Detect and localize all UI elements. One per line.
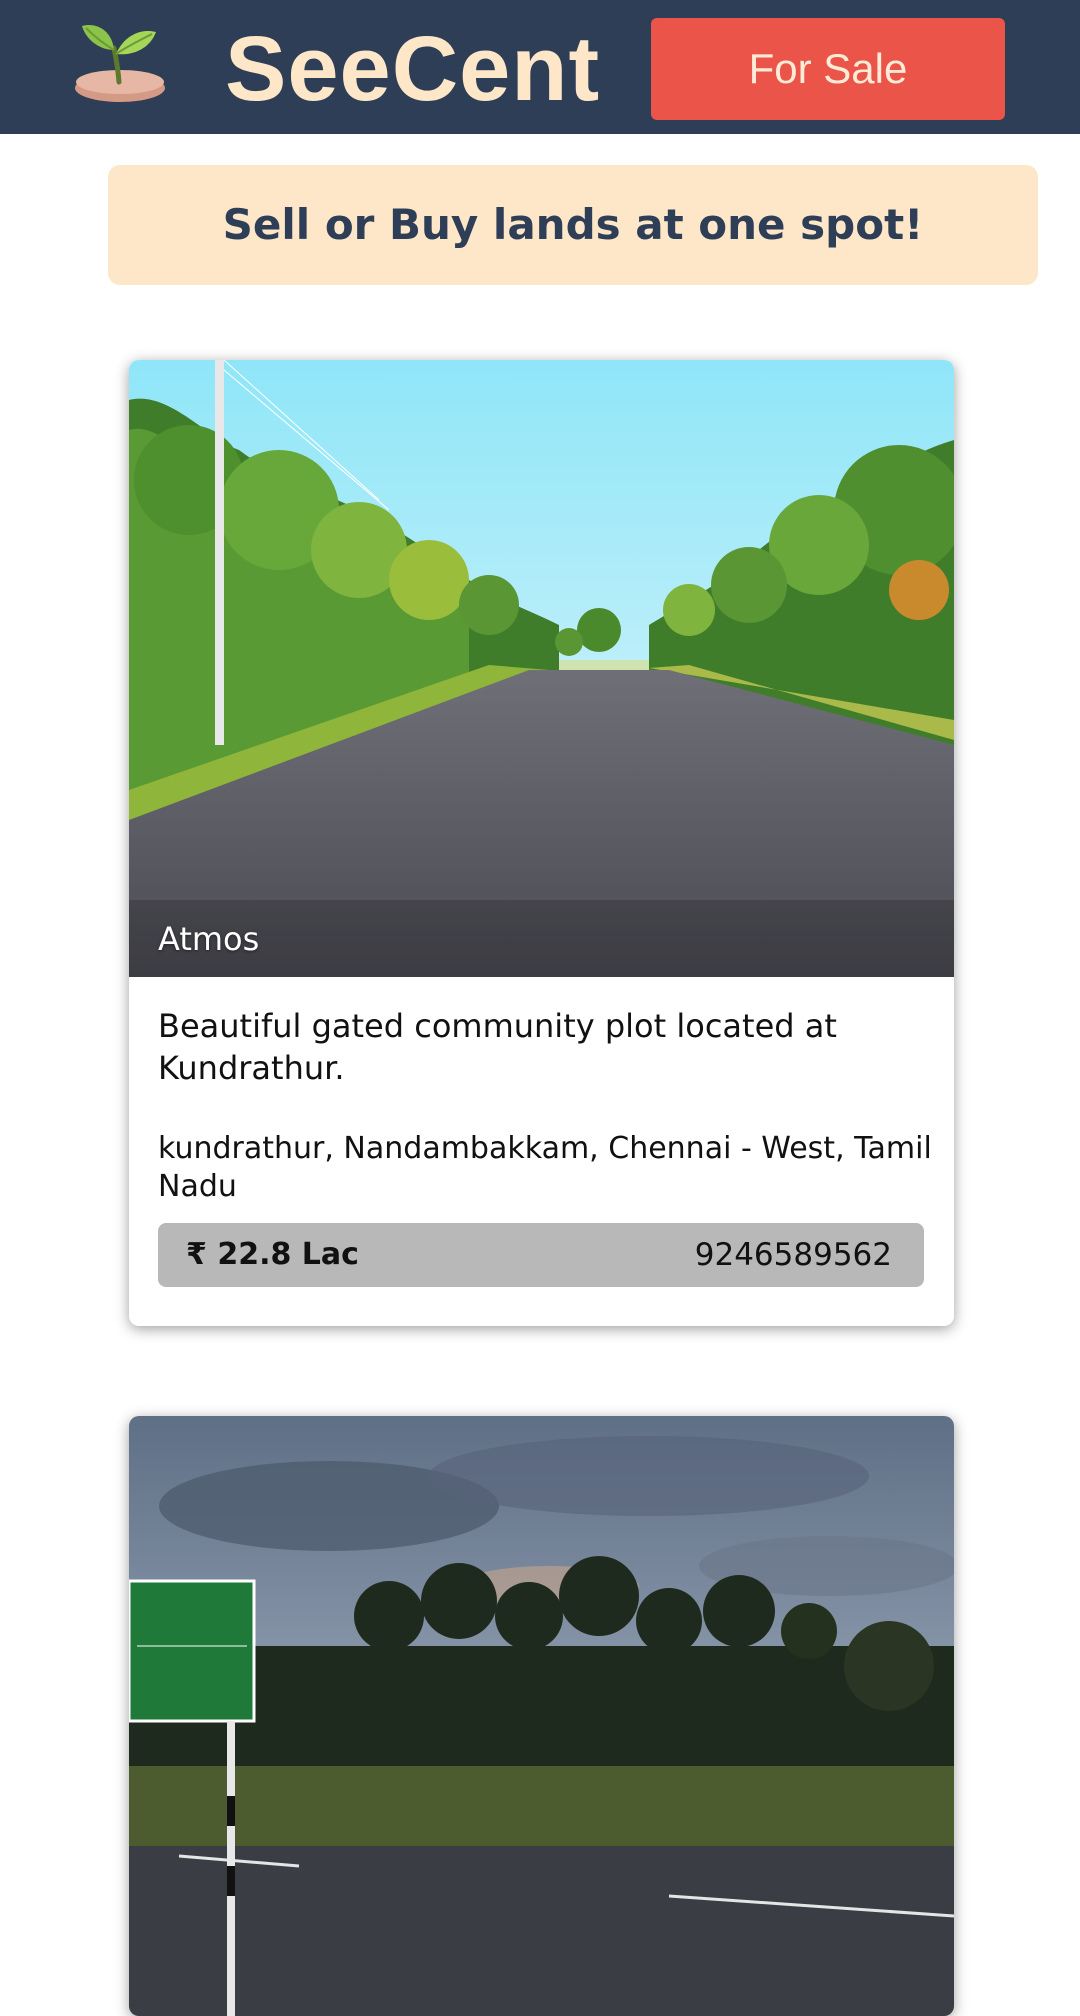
for-sale-button[interactable]: For Sale — [651, 18, 1005, 120]
price-bar: ₹ 22.8 Lac 9246589562 — [158, 1223, 924, 1287]
listing-caption: Atmos — [158, 920, 260, 958]
listing-photo[interactable] — [129, 360, 954, 977]
app-header: SeeCent For Sale — [0, 0, 1080, 134]
listing-price: ₹ 22.8 Lac — [186, 1237, 359, 1272]
brand-name[interactable]: SeeCent — [225, 14, 600, 124]
listing-card[interactable] — [129, 1416, 954, 2016]
listing-card[interactable]: Atmos Beautiful gated community plot loc… — [129, 360, 954, 1326]
listing-location: kundrathur, Nandambakkam, Chennai - West… — [158, 1131, 932, 1204]
listing-phone[interactable]: 9246589562 — [695, 1223, 892, 1287]
listing-photo[interactable] — [129, 1416, 954, 2016]
sprout-icon[interactable] — [70, 10, 170, 104]
tagline-banner: Sell or Buy lands at one spot! — [108, 165, 1038, 285]
listing-title[interactable]: Beautiful gated community plot located a… — [158, 1005, 938, 1089]
